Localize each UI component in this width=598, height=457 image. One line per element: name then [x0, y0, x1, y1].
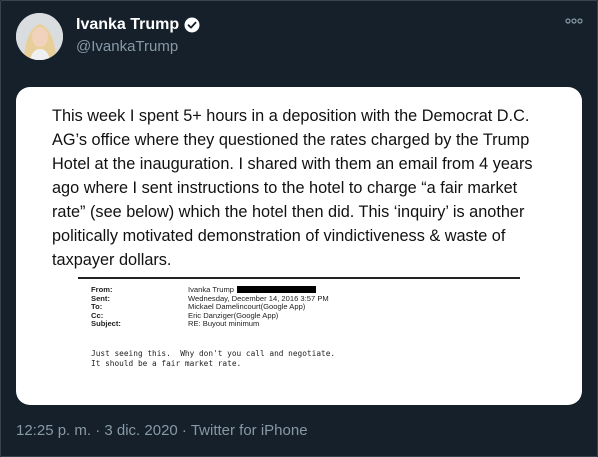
email-label: Subject:	[91, 319, 121, 329]
email-value-text: Ivanka Trump	[188, 285, 235, 294]
tweet-image[interactable]: This week I spent 5+ hours in a depositi…	[16, 87, 582, 405]
email-body: Just seeing this. Why don't you call and…	[91, 349, 335, 369]
divider	[78, 277, 520, 279]
statement-line: taxpayer dollars.	[52, 251, 172, 269]
statement-text: This week I spent 5+ hours in a depositi…	[52, 104, 552, 272]
more-options-icon[interactable]	[564, 13, 584, 29]
statement-line: AG’s office where they questioned the ra…	[52, 131, 530, 149]
avatar[interactable]	[16, 13, 63, 60]
verified-badge-icon	[184, 17, 200, 33]
email-field-subject: Subject: RE: Buyout minimum	[91, 320, 329, 329]
email-label: To:	[91, 302, 103, 312]
statement-line: This week I spent 5+ hours in a depositi…	[52, 107, 530, 125]
email-label: Sent:	[91, 293, 110, 303]
email-header: From: Ivanka Trump Sent: Wednesday, Dece…	[91, 285, 329, 329]
display-name[interactable]: Ivanka Trump	[76, 16, 179, 34]
statement-line: politically motivated demonstration of v…	[52, 227, 506, 245]
statement-line: rate” (see below) which the hotel then d…	[52, 203, 525, 221]
email-body-line: Just seeing this. Why don't you call and…	[91, 349, 336, 358]
statement-line: ago where I sent instructions to the hot…	[52, 179, 518, 197]
user-handle[interactable]: @IvankaTrump	[76, 38, 178, 55]
email-value: RE: Buyout minimum	[188, 319, 260, 329]
statement-line: Hotel at the inauguration. I shared with…	[52, 155, 533, 173]
tweet-timestamp[interactable]: 12:25 p. m. · 3 dic. 2020 · Twitter for …	[16, 422, 308, 439]
email-body-line: It should be a fair market rate.	[91, 359, 242, 368]
name-row: Ivanka Trump	[76, 16, 200, 34]
redaction-bar	[237, 286, 317, 293]
